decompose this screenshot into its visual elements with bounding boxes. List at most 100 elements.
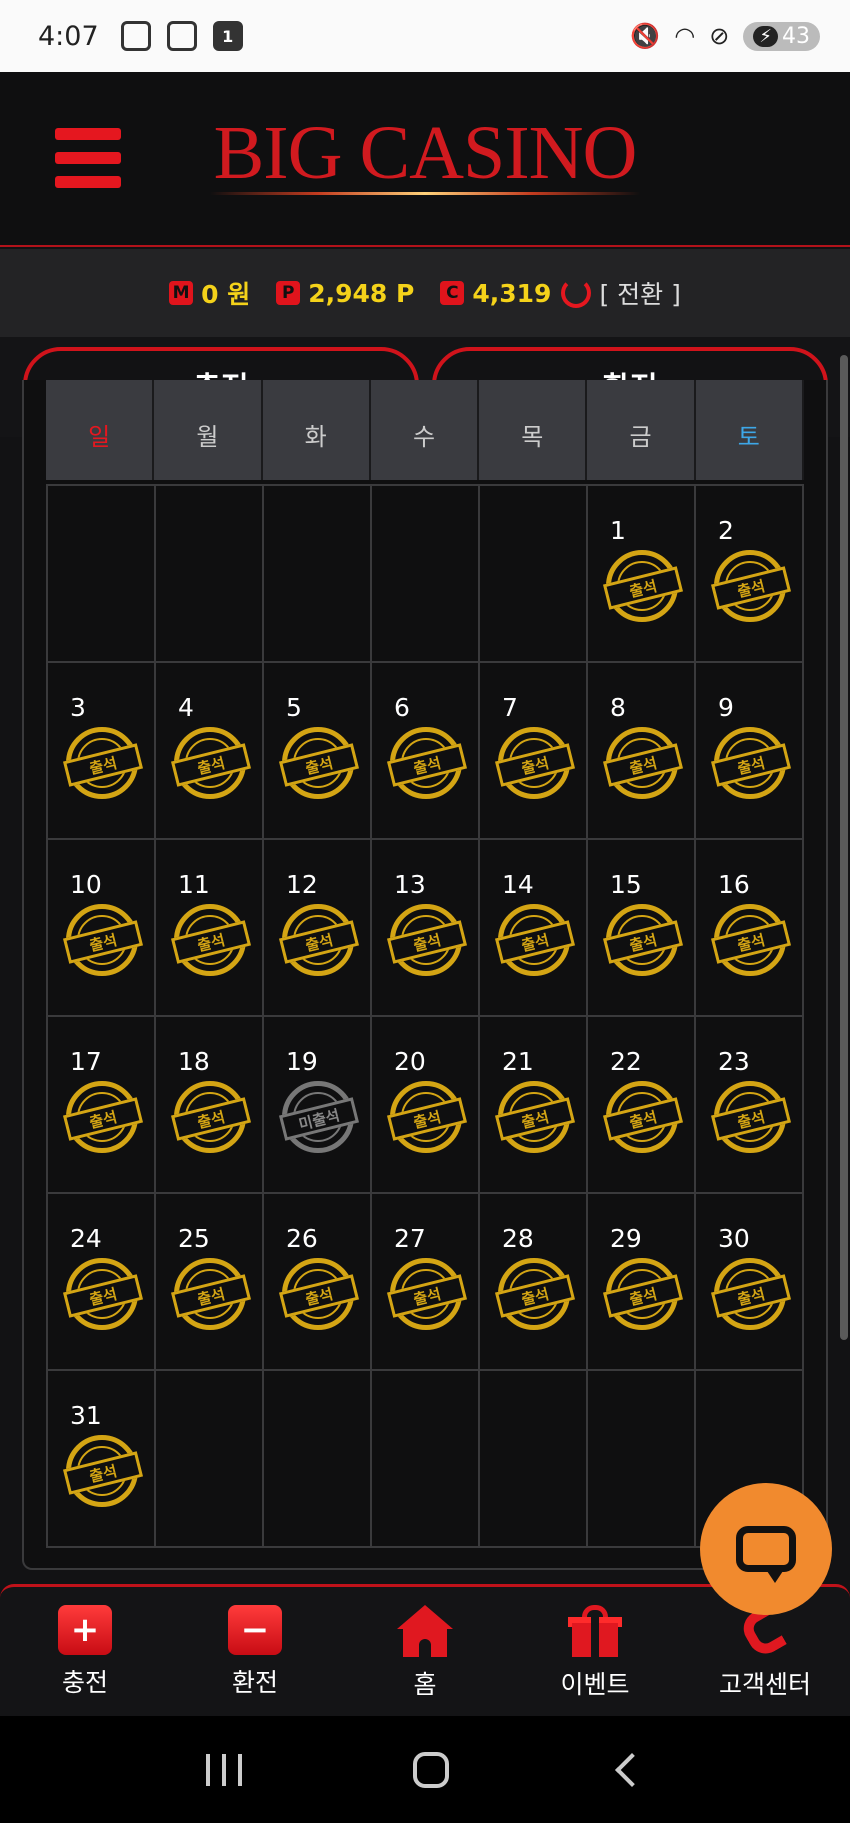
- calendar-cell[interactable]: 14 출석: [480, 840, 588, 1017]
- day-number: 13: [394, 870, 426, 899]
- calendar-cell[interactable]: 29 출석: [588, 1194, 696, 1371]
- attended-stamp-icon: 출석: [386, 1081, 468, 1153]
- calendar-cell[interactable]: 1 출석: [588, 486, 696, 663]
- money-badge: M: [169, 281, 194, 305]
- stamp-label: 출석: [386, 743, 468, 787]
- calendar-cell[interactable]: 19 미출석: [264, 1017, 372, 1194]
- calendar-cell[interactable]: 20 출석: [372, 1017, 480, 1194]
- calendar-cell[interactable]: 25 출석: [156, 1194, 264, 1371]
- point-balance: P 2,948 P: [276, 279, 414, 308]
- nav-exchange[interactable]: − 환전: [170, 1587, 340, 1716]
- status-time: 4:07: [38, 20, 99, 52]
- attended-stamp-icon: 출석: [386, 727, 468, 799]
- calendar-cell[interactable]: 28 출석: [480, 1194, 588, 1371]
- calendar-cell[interactable]: 15 출석: [588, 840, 696, 1017]
- stamp-label: 출석: [494, 1274, 576, 1318]
- day-number: 31: [70, 1401, 102, 1430]
- missed-stamp-icon: 미출석: [278, 1081, 360, 1153]
- weekday-sat: 토: [695, 380, 804, 480]
- logo-underline: [210, 192, 640, 195]
- nav-label: 홈: [413, 1670, 437, 1699]
- calendar-cell[interactable]: 21 출석: [480, 1017, 588, 1194]
- minus-icon: −: [228, 1605, 282, 1655]
- calendar-cell[interactable]: 27 출석: [372, 1194, 480, 1371]
- calendar-cell[interactable]: 11 출석: [156, 840, 264, 1017]
- recent-apps-button[interactable]: [205, 1753, 242, 1786]
- nav-label: 환전: [231, 1668, 278, 1697]
- attended-stamp-icon: 출석: [170, 727, 252, 799]
- calendar-cell[interactable]: 18 출석: [156, 1017, 264, 1194]
- calendar-cell[interactable]: 22 출석: [588, 1017, 696, 1194]
- battery-level: 43: [782, 23, 810, 49]
- nav-home[interactable]: 홈: [340, 1587, 510, 1716]
- stamp-label: 출석: [710, 743, 792, 787]
- calendar-cell[interactable]: 12 출석: [264, 840, 372, 1017]
- chat-button[interactable]: [700, 1483, 832, 1615]
- attended-stamp-icon: 출석: [62, 904, 144, 976]
- calendar-cell[interactable]: 17 출석: [48, 1017, 156, 1194]
- stamp-label: 출석: [494, 1097, 576, 1141]
- nav-charge[interactable]: + 충전: [0, 1587, 170, 1716]
- refresh-icon[interactable]: [561, 278, 592, 308]
- day-number: 7: [502, 693, 518, 722]
- logo[interactable]: BIG CASINO: [205, 110, 645, 197]
- day-number: 22: [610, 1047, 642, 1076]
- calendar-cell[interactable]: 23 출석: [696, 1017, 804, 1194]
- calendar-cell[interactable]: 3 출석: [48, 663, 156, 840]
- stamp-label: 출석: [710, 920, 792, 964]
- calendar-cell[interactable]: 24 출석: [48, 1194, 156, 1371]
- day-number: 23: [718, 1047, 750, 1076]
- scrollbar[interactable]: [840, 355, 848, 1340]
- back-button[interactable]: [615, 1752, 650, 1787]
- nav-label: 이벤트: [560, 1670, 630, 1699]
- app-notification-icon: [166, 21, 197, 51]
- menu-icon[interactable]: [55, 128, 121, 188]
- calendar-cell[interactable]: 16 출석: [696, 840, 804, 1017]
- calendar-cell[interactable]: 30 출석: [696, 1194, 804, 1371]
- attended-stamp-icon: 출석: [278, 727, 360, 799]
- coin-balance: C 4,319 [ 전환 ]: [440, 275, 681, 311]
- calendar-cell[interactable]: 2 출석: [696, 486, 804, 663]
- day-number: 20: [394, 1047, 426, 1076]
- attended-stamp-icon: 출석: [62, 1435, 144, 1507]
- day-number: 19: [286, 1047, 318, 1076]
- weekday-thu: 목: [479, 380, 588, 480]
- home-button[interactable]: [412, 1751, 449, 1788]
- stamp-label: 출석: [170, 1097, 252, 1141]
- calendar-cell[interactable]: 26 출석: [264, 1194, 372, 1371]
- balance-bar: M 0 원 P 2,948 P C 4,319 [ 전환 ]: [0, 249, 850, 337]
- calendar-cell[interactable]: 8 출석: [588, 663, 696, 840]
- calendar-cell[interactable]: 6 출석: [372, 663, 480, 840]
- day-number: 26: [286, 1224, 318, 1253]
- nav-event[interactable]: 이벤트: [510, 1587, 680, 1716]
- screenshot-icon: [120, 21, 151, 51]
- calendar-cell[interactable]: 31 출석: [48, 1371, 156, 1548]
- charging-icon: ⚡: [753, 25, 778, 47]
- weekday-wed: 수: [370, 380, 480, 480]
- calendar-cell: [264, 486, 372, 663]
- attended-stamp-icon: 출석: [386, 1258, 468, 1330]
- calendar-cell: [372, 1371, 480, 1548]
- calendar-cell[interactable]: 7 출석: [480, 663, 588, 840]
- attended-stamp-icon: 출석: [710, 727, 792, 799]
- calendar-cell[interactable]: 9 출석: [696, 663, 804, 840]
- money-value: 0 원: [201, 280, 251, 309]
- convert-link[interactable]: [ 전환 ]: [599, 275, 680, 311]
- attended-stamp-icon: 출석: [170, 904, 252, 976]
- attended-stamp-icon: 출석: [494, 727, 576, 799]
- stamp-label: 출석: [602, 1097, 684, 1141]
- day-number: 11: [178, 870, 210, 899]
- calendar-cell[interactable]: 5 출석: [264, 663, 372, 840]
- calendar-cell[interactable]: 13 출석: [372, 840, 480, 1017]
- calendar-cell[interactable]: 4 출석: [156, 663, 264, 840]
- notification-count-badge: 1: [212, 21, 243, 51]
- attended-stamp-icon: 출석: [386, 904, 468, 976]
- nav-label: 충전: [61, 1668, 108, 1697]
- calendar-cell[interactable]: 10 출석: [48, 840, 156, 1017]
- day-number: 16: [718, 870, 750, 899]
- weekday-header: 일 월 화 수 목 금 토: [46, 380, 804, 480]
- stamp-label: 출석: [278, 1274, 360, 1318]
- attended-stamp-icon: 출석: [602, 1258, 684, 1330]
- day-number: 15: [610, 870, 642, 899]
- attended-stamp-icon: 출석: [170, 1081, 252, 1153]
